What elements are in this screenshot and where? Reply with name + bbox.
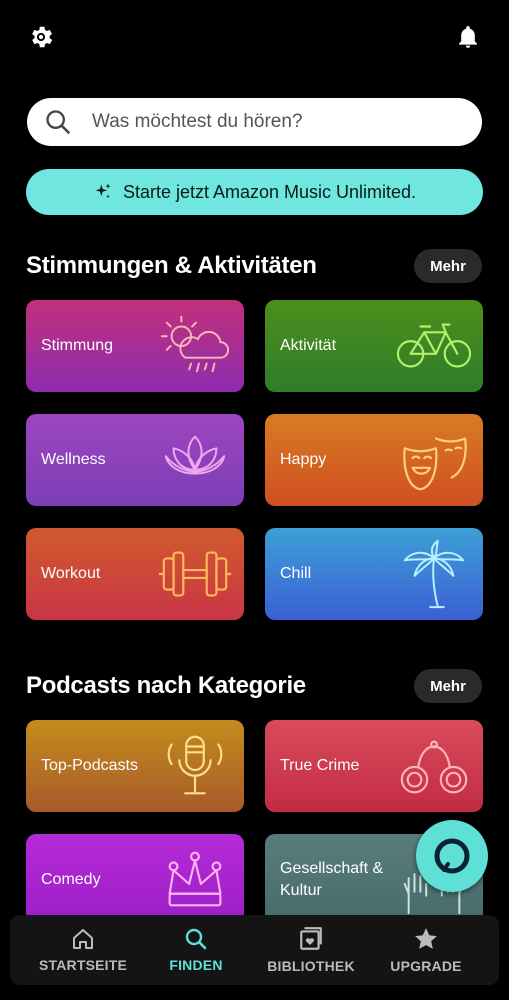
weather-icon — [160, 315, 230, 373]
sparkle-icon — [95, 183, 111, 199]
tile-workout[interactable]: Workout — [26, 528, 244, 620]
tile-label: Happy — [280, 451, 327, 468]
tile-label: Comedy — [41, 871, 101, 888]
tile-happy[interactable]: Happy — [265, 414, 483, 506]
bell-icon — [459, 26, 477, 48]
podcasts-section-title: Podcasts nach Kategorie — [26, 672, 306, 699]
nav-label: BIBLIOTHEK — [267, 958, 355, 974]
tile-label: Wellness — [41, 451, 106, 468]
tile-label: Workout — [41, 565, 101, 582]
tile-label: Top-Podcasts — [41, 757, 138, 774]
tile-label: Stimmung — [41, 337, 114, 354]
handcuffs-icon — [400, 740, 468, 794]
home-icon — [73, 929, 93, 949]
nav-bibliothek[interactable]: BIBLIOTHEK — [256, 915, 366, 985]
tile-stimmung[interactable]: Stimmung — [26, 300, 244, 392]
search-bar[interactable] — [27, 98, 482, 146]
microphone-icon — [167, 735, 223, 795]
tile-true-crime[interactable]: True Crime — [265, 720, 483, 812]
tile-label: Gesellschaft & Kultur — [280, 860, 384, 899]
tile-label: Aktivität — [280, 337, 337, 354]
search-icon — [185, 928, 207, 950]
bicycle-icon — [396, 323, 472, 368]
tile-top-podcasts[interactable]: Top-Podcasts — [26, 720, 244, 812]
tile-aktivitaet[interactable]: Aktivität — [265, 300, 483, 392]
top-bar — [0, 0, 509, 80]
tile-wellness[interactable]: Wellness — [26, 414, 244, 506]
nav-label: STARTSEITE — [38, 957, 128, 973]
lotus-icon — [164, 435, 226, 475]
nav-label: FINDEN — [169, 957, 223, 973]
nav-startseite[interactable]: STARTSEITE — [28, 915, 138, 985]
nav-label: UPGRADE — [390, 958, 462, 974]
star-icon — [415, 928, 437, 949]
alexa-icon — [434, 838, 470, 874]
promo-label: Starte jetzt Amazon Music Unlimited. — [122, 181, 417, 202]
search-input[interactable] — [90, 110, 454, 134]
jester-hat-icon — [168, 851, 222, 907]
dumbbell-icon — [158, 551, 232, 597]
gear-icon — [32, 26, 53, 48]
library-icon — [300, 927, 322, 950]
podcasts-more-button[interactable]: Mehr — [414, 669, 482, 703]
nav-finden[interactable]: FINDEN — [141, 915, 251, 985]
bottom-navigation: STARTSEITE FINDEN BIBLIOTHEK UPGRADE — [10, 915, 499, 985]
theater-mask-icon — [403, 437, 467, 491]
tile-comedy[interactable]: Comedy — [26, 834, 244, 926]
settings-button[interactable] — [21, 17, 61, 57]
tile-chill[interactable]: Chill — [265, 528, 483, 620]
palm-tree-icon — [403, 539, 465, 609]
notifications-button[interactable] — [448, 17, 488, 57]
moods-more-button[interactable]: Mehr — [414, 249, 482, 283]
unlimited-promo-button[interactable]: Starte jetzt Amazon Music Unlimited. — [26, 169, 483, 215]
tile-label: Chill — [280, 565, 312, 582]
search-icon — [46, 110, 70, 134]
moods-section-title: Stimmungen & Aktivitäten — [26, 252, 317, 279]
alexa-button[interactable] — [416, 820, 488, 892]
tile-label: True Crime — [280, 757, 360, 774]
nav-upgrade[interactable]: UPGRADE — [371, 915, 481, 985]
